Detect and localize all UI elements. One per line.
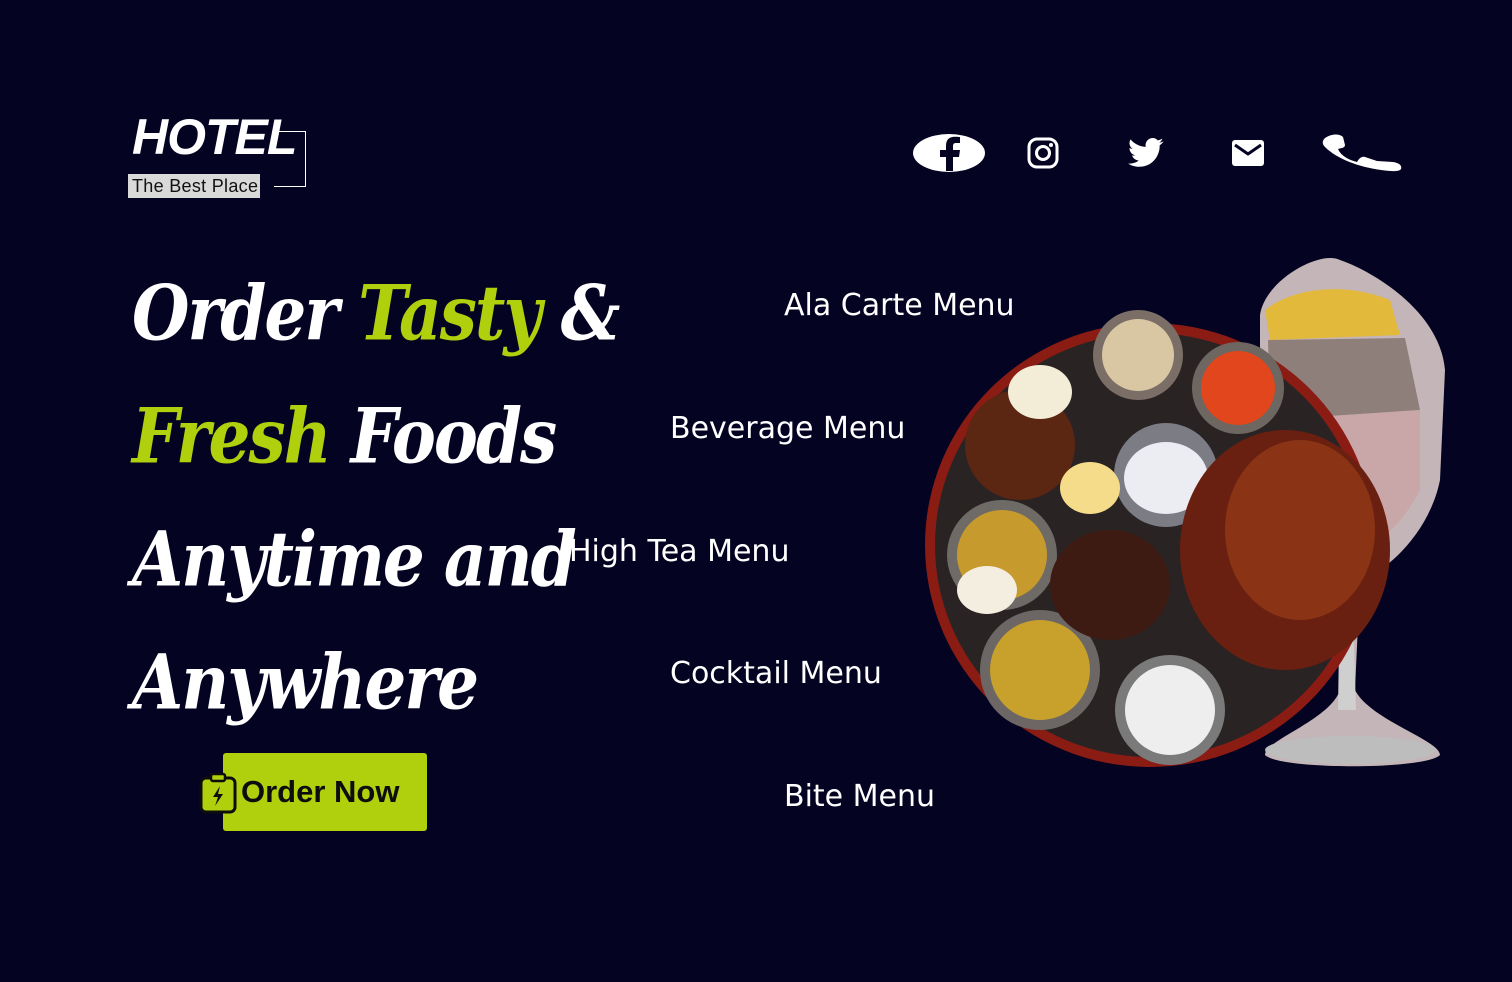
brand-logo[interactable]: HOTEL The Best Place	[128, 110, 310, 200]
logo-bracket-decoration	[274, 131, 306, 187]
facebook-link[interactable]	[912, 125, 986, 180]
order-clipboard-icon	[199, 772, 237, 814]
food-platter-image	[925, 258, 1445, 767]
brand-tagline: The Best Place	[128, 174, 261, 198]
twitter-icon	[1128, 137, 1164, 167]
menu-item-high-tea[interactable]: High Tea Menu	[569, 534, 789, 570]
hero-headline: Order Tasty & Fresh Foods Anytime and An…	[132, 252, 620, 744]
twitter-link[interactable]	[1124, 125, 1168, 180]
order-now-button[interactable]: Order Now	[223, 753, 427, 831]
headline-accent-word: Fresh	[132, 391, 332, 481]
phone-icon	[1322, 133, 1402, 171]
menu-item-beverage[interactable]: Beverage Menu	[670, 411, 905, 447]
order-now-label: Order Now	[241, 774, 400, 809]
headline-line-1: Order Tasty &	[132, 268, 620, 358]
headline-line-3: Anytime and	[132, 514, 577, 604]
mail-link[interactable]	[1226, 125, 1270, 180]
headline-line-2: Fresh Foods	[132, 391, 557, 481]
mail-icon	[1232, 139, 1264, 166]
instagram-icon	[1027, 137, 1059, 168]
menu-item-cocktail[interactable]: Cocktail Menu	[670, 656, 882, 692]
instagram-link[interactable]	[1022, 125, 1064, 180]
phone-link[interactable]	[1320, 125, 1404, 180]
brand-title: HOTEL	[132, 109, 297, 165]
headline-line-4: Anywhere	[132, 637, 479, 727]
headline-accent-word: Tasty	[358, 268, 542, 358]
menu-item-bite[interactable]: Bite Menu	[784, 779, 935, 815]
facebook-icon	[913, 133, 985, 172]
